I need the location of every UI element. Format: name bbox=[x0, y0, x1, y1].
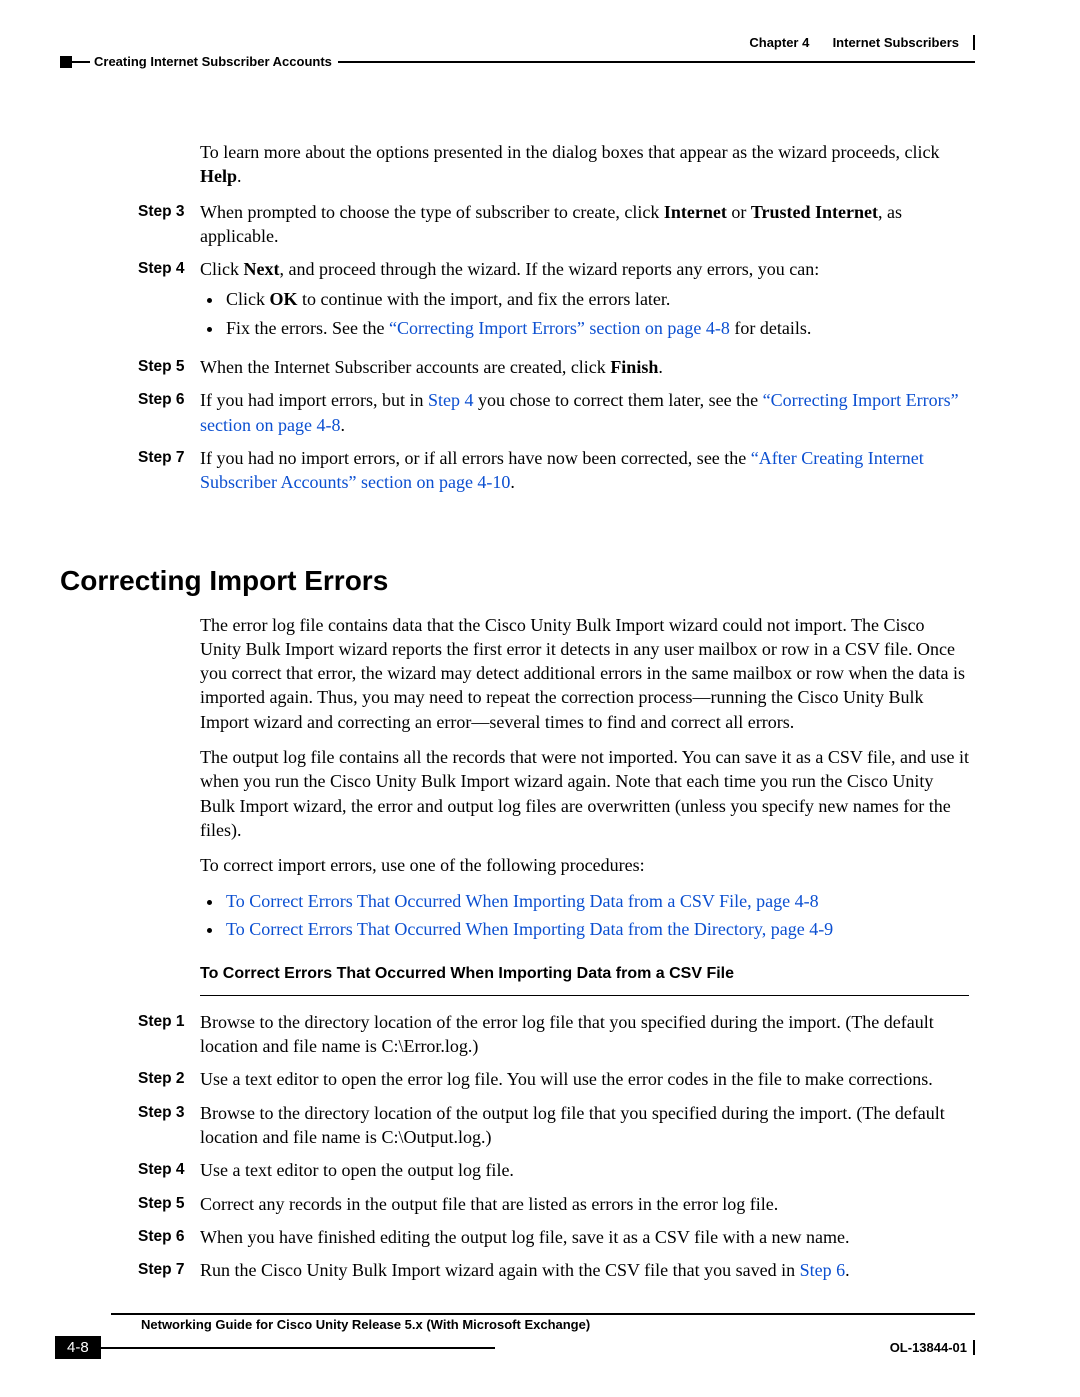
text: Next bbox=[244, 259, 280, 279]
text: . bbox=[340, 415, 345, 435]
list-item: Fix the errors. See the “Correcting Impo… bbox=[224, 316, 969, 340]
step-body: Browse to the directory location of the … bbox=[200, 1101, 969, 1150]
step-label: Step 6 bbox=[138, 1225, 200, 1248]
text: Click bbox=[226, 289, 270, 309]
step-label: Step 6 bbox=[138, 388, 200, 411]
paragraph: To learn more about the options presente… bbox=[200, 140, 969, 189]
text: Internet bbox=[664, 202, 727, 222]
intro-block: To learn more about the options presente… bbox=[60, 140, 975, 495]
list-item: To Correct Errors That Occurred When Imp… bbox=[224, 917, 969, 941]
text: . bbox=[237, 166, 242, 186]
paragraph: The output log file contains all the rec… bbox=[200, 745, 969, 842]
chapter-label: Chapter 4 bbox=[749, 35, 809, 50]
list-item: Click OK to continue with the import, an… bbox=[224, 287, 969, 311]
step-body: Browse to the directory location of the … bbox=[200, 1010, 969, 1059]
text: Fix the errors. See the bbox=[226, 318, 389, 338]
cross-ref-link[interactable]: To Correct Errors That Occurred When Imp… bbox=[226, 919, 833, 939]
step-body: Use a text editor to open the error log … bbox=[200, 1067, 969, 1091]
footer-bar-icon bbox=[973, 1340, 975, 1355]
step-body: Use a text editor to open the output log… bbox=[200, 1158, 969, 1182]
section-title: Creating Internet Subscriber Accounts bbox=[94, 54, 332, 69]
header-line-icon bbox=[72, 61, 90, 63]
text: . bbox=[510, 472, 515, 492]
step-row: Step 4 Use a text editor to open the out… bbox=[200, 1158, 969, 1182]
page-footer: Networking Guide for Cisco Unity Release… bbox=[55, 1313, 975, 1359]
paragraph: The error log file contains data that th… bbox=[200, 613, 969, 734]
page-header: Chapter 4 Internet Subscribers Creating … bbox=[60, 35, 975, 69]
step-label: Step 5 bbox=[138, 1192, 200, 1215]
text: you chose to correct them later, see the bbox=[473, 390, 762, 410]
text: or bbox=[727, 202, 751, 222]
step-label: Step 2 bbox=[138, 1067, 200, 1090]
header-bar-icon bbox=[973, 35, 975, 50]
cross-ref-link[interactable]: Step 4 bbox=[428, 390, 474, 410]
text: When the Internet Subscriber accounts ar… bbox=[200, 357, 610, 377]
text: Trusted Internet bbox=[751, 202, 878, 222]
page-number-badge: 4-8 bbox=[55, 1336, 101, 1359]
step-row: Step 3 When prompted to choose the type … bbox=[200, 200, 969, 249]
step-label: Step 5 bbox=[138, 355, 200, 378]
text: . bbox=[845, 1260, 850, 1280]
step-label: Step 3 bbox=[138, 200, 200, 223]
step-label: Step 7 bbox=[138, 1258, 200, 1281]
doc-id: OL-13844-01 bbox=[890, 1340, 967, 1355]
rule-icon bbox=[200, 995, 969, 996]
bullet-list: Click OK to continue with the import, an… bbox=[224, 287, 969, 340]
step-label: Step 4 bbox=[138, 257, 200, 280]
step-row: Step 5 When the Internet Subscriber acco… bbox=[200, 355, 969, 379]
cross-ref-link[interactable]: To Correct Errors That Occurred When Imp… bbox=[226, 891, 819, 911]
header-line-icon bbox=[338, 61, 975, 63]
square-icon bbox=[60, 56, 72, 68]
text: Click bbox=[200, 259, 244, 279]
guide-title: Networking Guide for Cisco Unity Release… bbox=[55, 1317, 975, 1332]
step-body: If you had import errors, but in Step 4 … bbox=[200, 388, 969, 437]
step-label: Step 3 bbox=[138, 1101, 200, 1124]
text: OK bbox=[270, 289, 298, 309]
text: To learn more about the options presente… bbox=[200, 142, 940, 162]
step-row: Step 2 Use a text editor to open the err… bbox=[200, 1067, 969, 1091]
bullet-list: To Correct Errors That Occurred When Imp… bbox=[224, 889, 969, 942]
step-label: Step 7 bbox=[138, 446, 200, 469]
step-row: Step 4 Click Next, and proceed through t… bbox=[200, 257, 969, 346]
cross-ref-link[interactable]: “Correcting Import Errors” section on pa… bbox=[389, 318, 730, 338]
step-row: Step 6 If you had import errors, but in … bbox=[200, 388, 969, 437]
step-label: Step 1 bbox=[138, 1010, 200, 1033]
step-row: Step 7 If you had no import errors, or i… bbox=[200, 446, 969, 495]
procedure-title: To Correct Errors That Occurred When Imp… bbox=[200, 963, 969, 985]
text: If you had no import errors, or if all e… bbox=[200, 448, 751, 468]
list-item: To Correct Errors That Occurred When Imp… bbox=[224, 889, 969, 913]
text: Help bbox=[200, 166, 237, 186]
step-row: Step 5 Correct any records in the output… bbox=[200, 1192, 969, 1216]
footer-rule-icon bbox=[111, 1313, 975, 1315]
text: Finish bbox=[610, 357, 658, 377]
step-body: Run the Cisco Unity Bulk Import wizard a… bbox=[200, 1258, 969, 1282]
text: If you had import errors, but in bbox=[200, 390, 428, 410]
step-body: If you had no import errors, or if all e… bbox=[200, 446, 969, 495]
text: . bbox=[658, 357, 663, 377]
step-body: When you have finished editing the outpu… bbox=[200, 1225, 969, 1249]
cross-ref-link[interactable]: Step 6 bbox=[800, 1260, 846, 1280]
footer-line-icon bbox=[101, 1347, 496, 1349]
step-row: Step 1 Browse to the directory location … bbox=[200, 1010, 969, 1059]
page: Chapter 4 Internet Subscribers Creating … bbox=[0, 0, 1080, 1397]
text: , and proceed through the wizard. If the… bbox=[279, 259, 819, 279]
paragraph: To correct import errors, use one of the… bbox=[200, 853, 969, 877]
step-label: Step 4 bbox=[138, 1158, 200, 1181]
text: to continue with the import, and fix the… bbox=[298, 289, 671, 309]
step-body: Click Next, and proceed through the wiza… bbox=[200, 257, 969, 346]
text: When prompted to choose the type of subs… bbox=[200, 202, 664, 222]
step-row: Step 7 Run the Cisco Unity Bulk Import w… bbox=[200, 1258, 969, 1282]
chapter-title: Internet Subscribers bbox=[833, 35, 959, 50]
section-body: The error log file contains data that th… bbox=[60, 613, 975, 1283]
text: Run the Cisco Unity Bulk Import wizard a… bbox=[200, 1260, 800, 1280]
step-body: Correct any records in the output file t… bbox=[200, 1192, 969, 1216]
text: for details. bbox=[730, 318, 811, 338]
step-row: Step 6 When you have finished editing th… bbox=[200, 1225, 969, 1249]
heading-correcting-import-errors: Correcting Import Errors bbox=[60, 565, 975, 597]
step-row: Step 3 Browse to the directory location … bbox=[200, 1101, 969, 1150]
step-body: When prompted to choose the type of subs… bbox=[200, 200, 969, 249]
step-body: When the Internet Subscriber accounts ar… bbox=[200, 355, 969, 379]
